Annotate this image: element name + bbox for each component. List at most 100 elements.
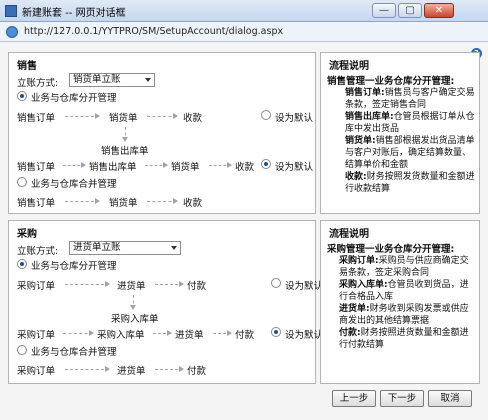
purchase-desc-item: 采购订单:采购员与供应商确定交易条款，签定采购合同 xyxy=(327,255,477,279)
purchase-row2-default-radio[interactable] xyxy=(271,327,281,337)
sales-mode-label: 立账方式: xyxy=(17,78,59,89)
sales-row2-receipt: 收款 xyxy=(235,162,255,173)
arrow-right-icon xyxy=(209,162,232,168)
purchase-mode-select[interactable]: 进货单立账 xyxy=(69,241,181,255)
sales-row2-default-radio[interactable] xyxy=(261,159,271,169)
arrow-right-icon xyxy=(147,198,178,204)
arrow-right-icon xyxy=(63,330,94,336)
maximize-button[interactable]: ▢ xyxy=(398,3,422,18)
sales-title: 销售 xyxy=(17,61,37,72)
sales-mode-select[interactable]: 销货单立账 xyxy=(69,73,155,87)
purchase-row1-default-radio[interactable] xyxy=(271,278,281,288)
sales-separate-radio[interactable] xyxy=(17,91,27,101)
arrow-right-icon xyxy=(147,113,178,119)
purchase-desc-key: 采购入库单: xyxy=(339,280,388,290)
sales-panel: 销售 立账方式: 销货单立账 业务与仓库分开管理 销售订单 销货单 收款 设为默… xyxy=(8,52,316,214)
sales-row3-order: 销售订单 xyxy=(17,198,56,209)
chevron-down-icon xyxy=(171,246,177,250)
purchase-title: 采购 xyxy=(17,229,37,240)
purchase-row1-default-label: 设为默认 xyxy=(285,281,324,292)
arrow-right-icon xyxy=(155,281,184,287)
arrow-right-icon xyxy=(153,330,172,336)
sales-merge-radio[interactable] xyxy=(17,177,27,187)
sales-desc-panel: 流程说明 销售管理一业务仓库分开管理: 销售订单:销售员与客户确定交易条款，签定… xyxy=(320,52,480,214)
app-icon xyxy=(5,5,17,17)
purchase-separate-label: 业务与仓库分开管理 xyxy=(31,261,117,272)
purchase-row2-receipt: 进货单 xyxy=(175,330,204,341)
purchase-row2-order: 采购订单 xyxy=(17,330,56,341)
prev-button[interactable]: 上一步 xyxy=(332,390,376,407)
purchase-row2-pay: 付款 xyxy=(235,330,255,341)
sales-desc-item: 销售出库单:仓管员根据订单从仓库中发出货品 xyxy=(327,111,477,135)
sales-desc-item: 销货单:销售部根据发出货品清单与客户对账后，确定结算数量、结算单价和金额 xyxy=(327,135,477,171)
sales-desc-key: 销售出库单: xyxy=(345,112,394,122)
purchase-mid-node: 采购入库单 xyxy=(111,314,159,325)
sales-mid-node: 销售出库单 xyxy=(101,146,149,157)
purchase-desc-item: 采购入库单:仓管员收到货品，进行合格品入库 xyxy=(327,279,477,303)
minimize-button[interactable]: — xyxy=(372,3,396,18)
sales-row1-delivery: 销货单 xyxy=(109,113,138,124)
arrow-right-icon xyxy=(63,162,86,168)
sales-row1-default-radio[interactable] xyxy=(261,110,271,120)
arrow-down-icon xyxy=(122,127,128,142)
cancel-button[interactable]: 取消 xyxy=(428,390,472,407)
sales-row1-order: 销售订单 xyxy=(17,113,56,124)
purchase-row3-order: 采购订单 xyxy=(17,366,56,377)
sales-desc-title: 流程说明 xyxy=(329,61,369,72)
sales-row2-default-label: 设为默认 xyxy=(275,162,314,173)
dialog-content: ? 销售 立账方式: 销货单立账 业务与仓库分开管理 销售订单 销货单 收款 设… xyxy=(0,42,488,420)
purchase-mode-value: 进货单立账 xyxy=(73,242,121,253)
purchase-desc-item: 进货单:财务收到采购发票或供应商发出的其他结算票据 xyxy=(327,303,477,327)
arrow-right-icon xyxy=(65,366,110,372)
sales-desc-body: 销售订单:销售员与客户确定交易条款，签定销售合同 销售出库单:仓管员根据订单从仓… xyxy=(327,87,477,195)
next-button[interactable]: 下一步 xyxy=(380,390,424,407)
window-titlebar: 新建账套 -- 网页对话框 — ▢ ✕ xyxy=(0,0,488,22)
address-url: http://127.0.0.1/YYTPRO/SM/SetupAccount/… xyxy=(24,26,284,37)
sales-merge-label: 业务与仓库合并管理 xyxy=(31,179,117,190)
sales-desc-heading: 销售管理一业务仓库分开管理: xyxy=(327,76,455,87)
arrow-right-icon xyxy=(65,198,100,204)
purchase-separate-radio[interactable] xyxy=(17,259,27,269)
sales-separate-label: 业务与仓库分开管理 xyxy=(31,93,117,104)
address-bar: http://127.0.0.1/YYTPRO/SM/SetupAccount/… xyxy=(0,22,488,42)
arrow-down-icon xyxy=(130,295,136,310)
purchase-desc-title: 流程说明 xyxy=(329,229,369,240)
purchase-desc-key: 采购订单: xyxy=(339,256,379,266)
arrow-right-icon xyxy=(65,281,110,287)
sales-row2-outbound: 销售出库单 xyxy=(89,162,137,173)
purchase-desc-key: 进货单: xyxy=(339,304,370,314)
sales-desc-key: 销货单: xyxy=(345,136,376,146)
arrow-right-icon xyxy=(155,366,184,372)
purchase-desc-panel: 流程说明 采购管理一业务仓库分开管理: 采购订单:采购员与供应商确定交易条款，签… xyxy=(320,220,480,384)
arrow-right-icon xyxy=(65,113,100,119)
purchase-desc-item: 付款:财务按照进货数量和金额进行付款结算 xyxy=(327,327,477,351)
purchase-row3-receipt: 进货单 xyxy=(117,366,146,377)
close-button[interactable]: ✕ xyxy=(424,3,454,18)
arrow-right-icon xyxy=(145,162,168,168)
sales-mode-value: 销货单立账 xyxy=(73,74,121,85)
purchase-desc-body: 采购订单:采购员与供应商确定交易条款，签定采购合同 采购入库单:仓管员收到货品，… xyxy=(327,255,477,351)
arrow-right-icon xyxy=(213,330,232,336)
purchase-desc-key: 付款: xyxy=(339,328,361,338)
purchase-panel: 采购 立账方式: 进货单立账 业务与仓库分开管理 采购订单 进货单 付款 设为默… xyxy=(8,220,323,384)
ie-page-icon xyxy=(6,26,18,38)
window-title: 新建账套 -- 网页对话框 xyxy=(22,8,126,19)
purchase-merge-radio[interactable] xyxy=(17,345,27,355)
purchase-merge-label: 业务与仓库合并管理 xyxy=(31,347,117,358)
purchase-row2-inbound: 采购入库单 xyxy=(97,330,145,341)
sales-row2-delivery: 销货单 xyxy=(171,162,200,173)
purchase-row2-default-label: 设为默认 xyxy=(285,330,324,341)
sales-desc-key: 收款: xyxy=(345,172,367,182)
purchase-row3-pay: 付款 xyxy=(187,366,207,377)
purchase-mode-label: 立账方式: xyxy=(17,246,59,257)
sales-desc-item: 收款:财务按照发货数量和金额进行收款结算 xyxy=(327,171,477,195)
sales-desc-key: 销售订单: xyxy=(345,88,385,98)
purchase-row1-pay: 付款 xyxy=(187,281,207,292)
chevron-down-icon xyxy=(145,78,151,82)
sales-row3-receipt: 收款 xyxy=(183,198,203,209)
sales-row3-delivery: 销货单 xyxy=(109,198,138,209)
sales-desc-item: 销售订单:销售员与客户确定交易条款，签定销售合同 xyxy=(327,87,477,111)
sales-row1-receipt: 收款 xyxy=(183,113,203,124)
sales-row2-order: 销售订单 xyxy=(17,162,56,173)
sales-row1-default-label: 设为默认 xyxy=(275,113,314,124)
